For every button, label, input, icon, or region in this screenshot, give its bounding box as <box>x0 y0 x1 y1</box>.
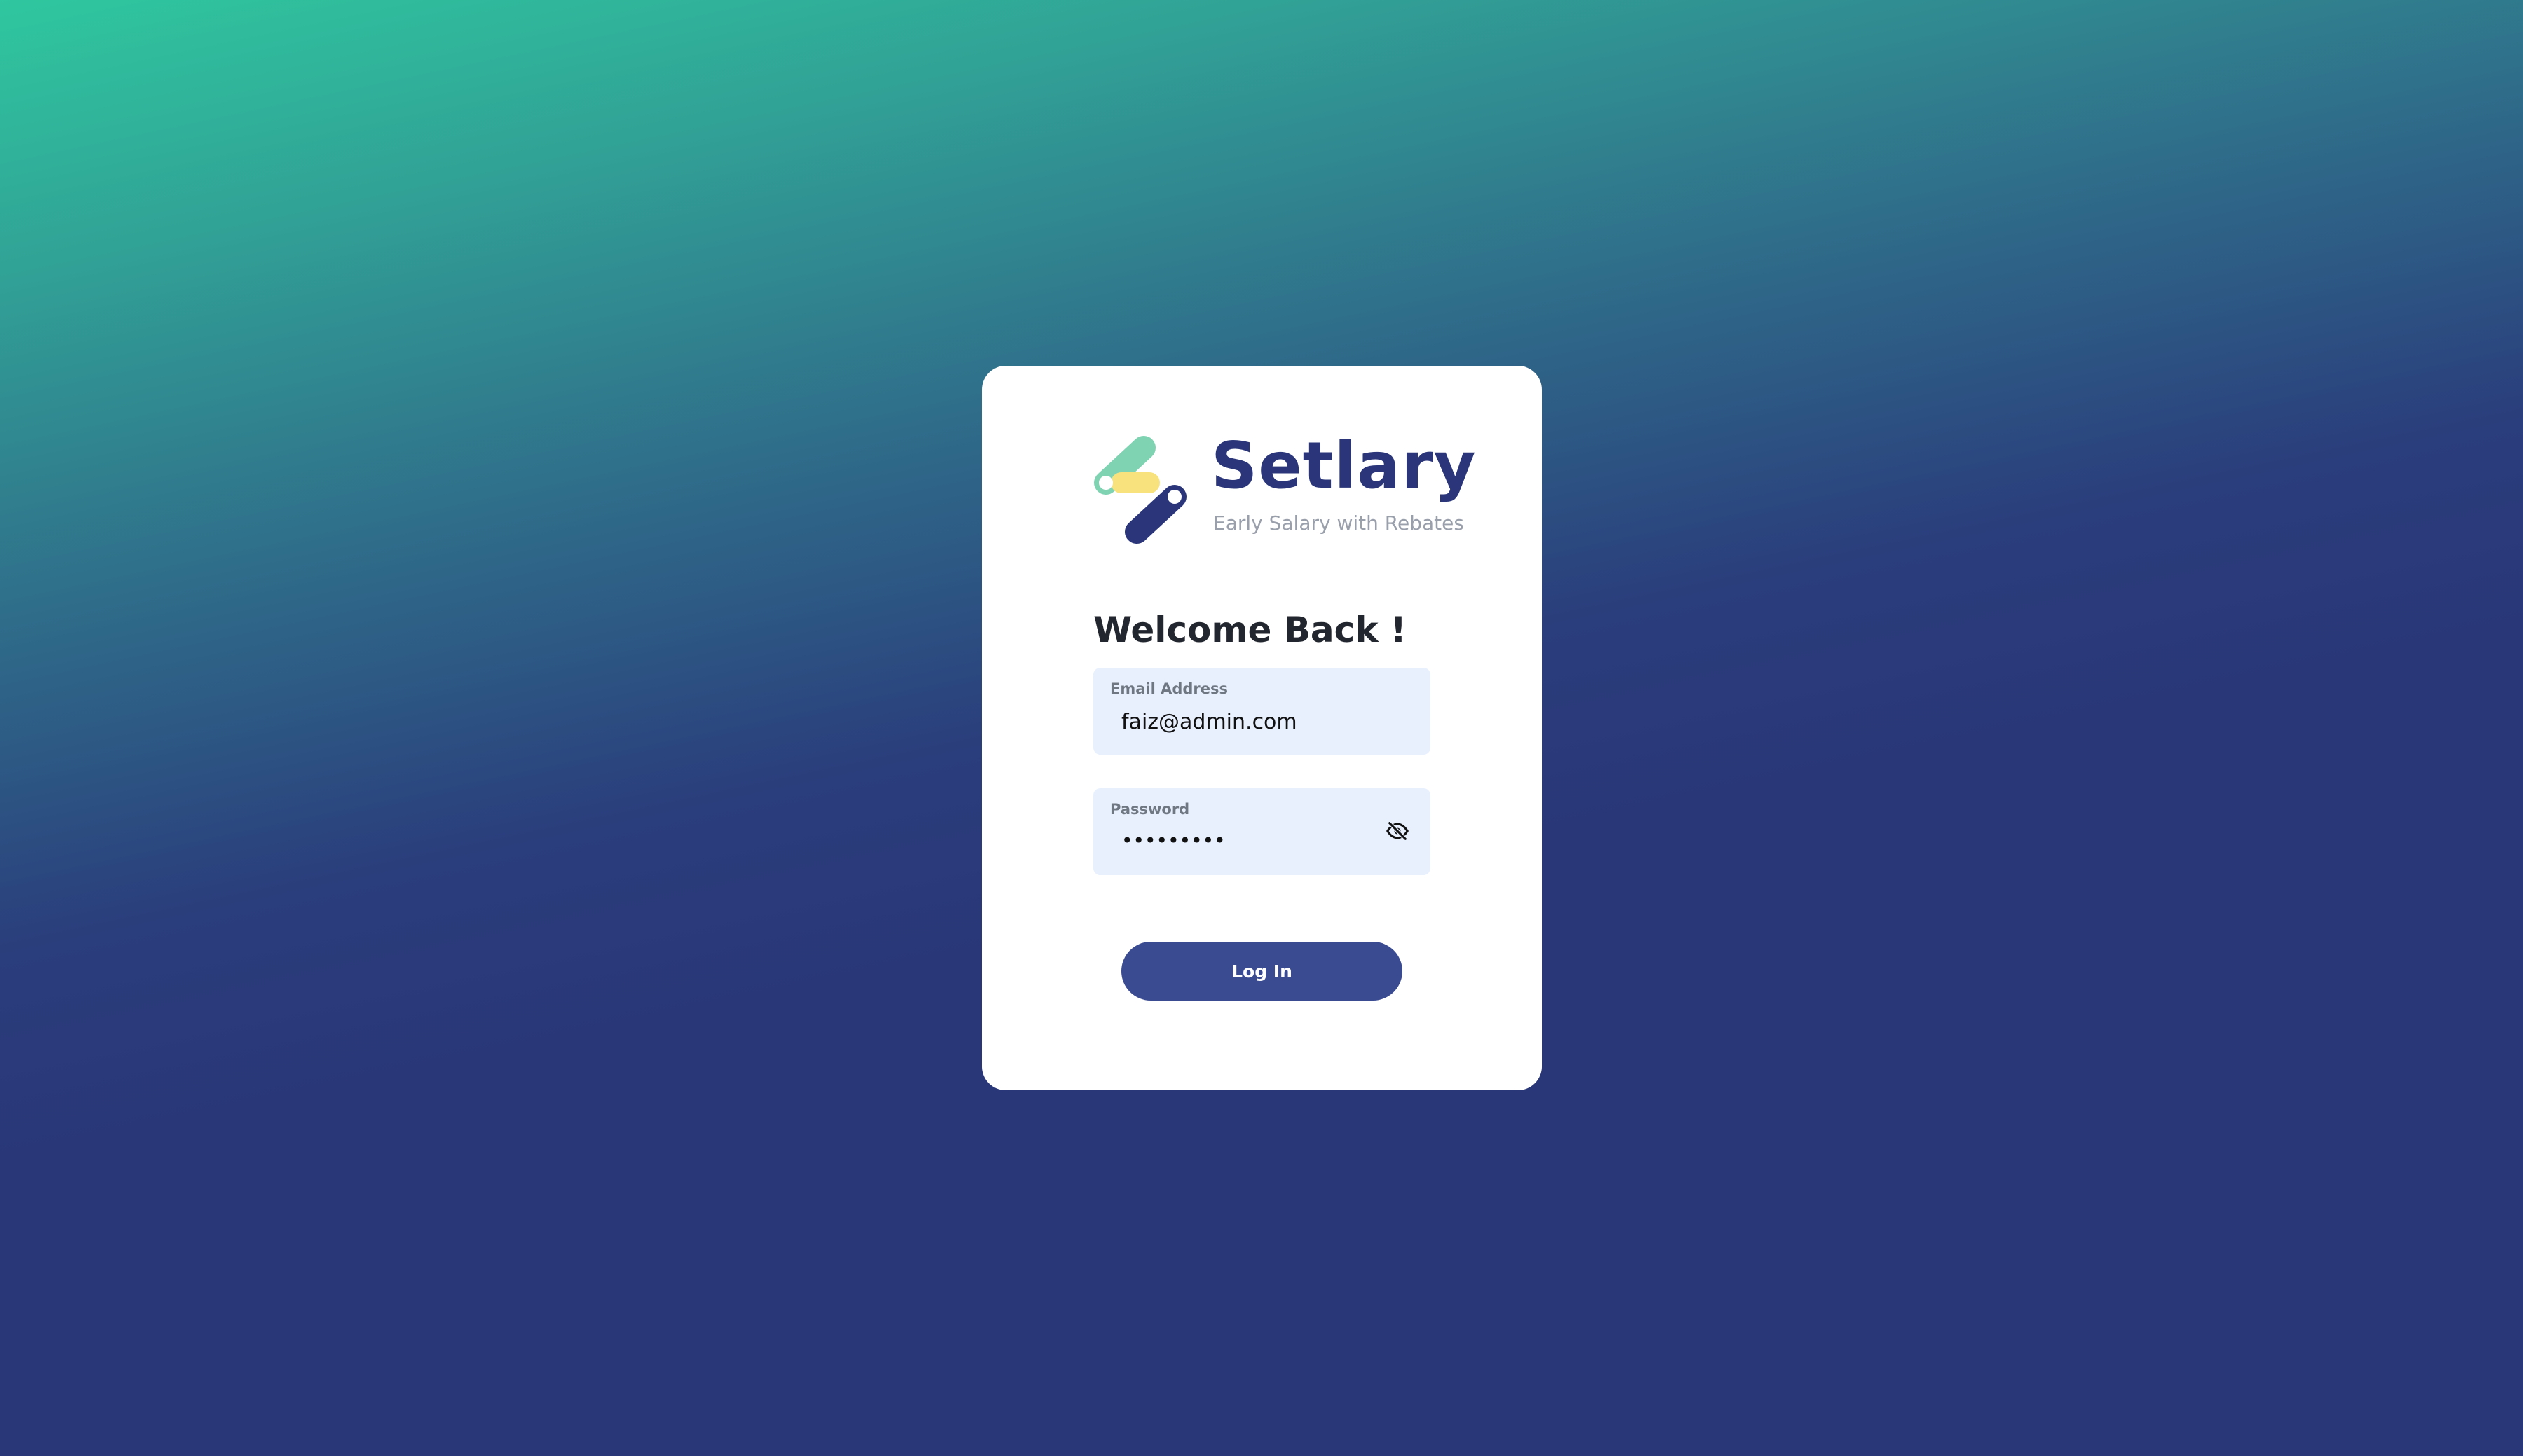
email-field[interactable]: Email Address faiz@admin.com <box>1093 668 1430 755</box>
password-input[interactable]: ••••••••• <box>1121 829 1226 852</box>
page-title: Welcome Back ! <box>1093 610 1407 650</box>
eye-off-icon[interactable] <box>1386 819 1409 843</box>
brand-tagline: Early Salary with Rebates <box>1213 511 1464 535</box>
brand-name: Setlary <box>1211 428 1477 503</box>
password-label: Password <box>1110 801 1190 818</box>
login-button[interactable]: Log In <box>1121 942 1402 1001</box>
password-field[interactable]: Password ••••••••• <box>1093 788 1430 875</box>
email-label: Email Address <box>1110 680 1229 697</box>
login-card: Setlary Early Salary with Rebates Welcom… <box>982 366 1542 1090</box>
email-input[interactable]: faiz@admin.com <box>1121 710 1297 734</box>
brand-logo: Setlary Early Salary with Rebates <box>1093 432 1476 544</box>
logo-mark-icon <box>1094 436 1187 544</box>
